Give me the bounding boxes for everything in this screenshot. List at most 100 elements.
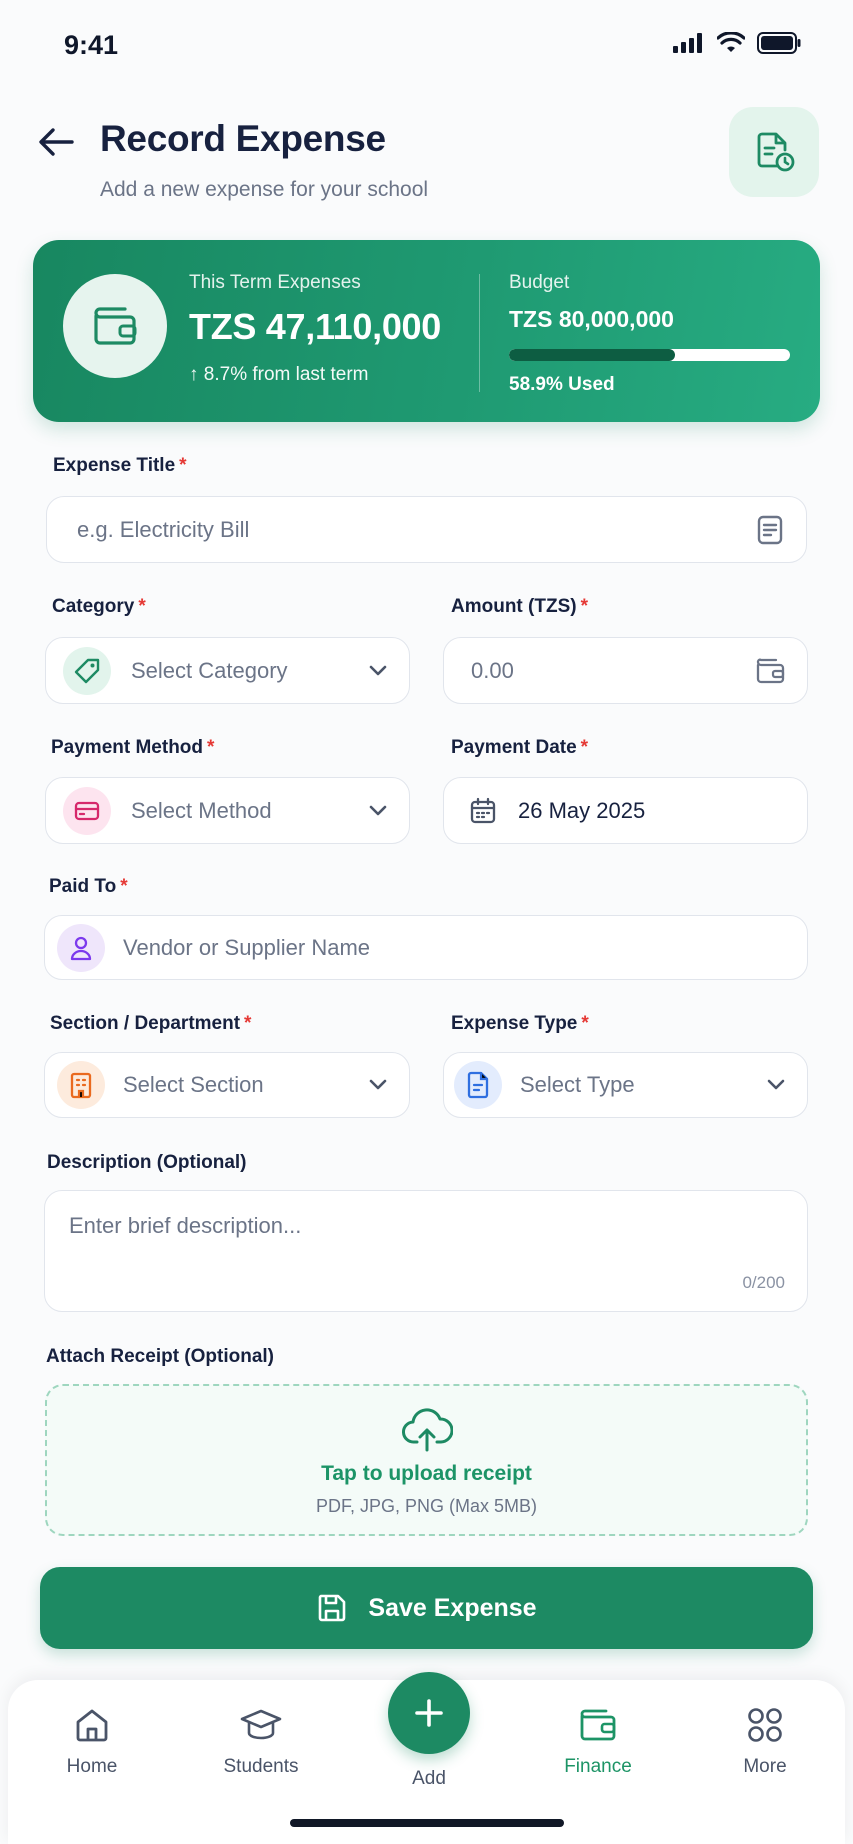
payment-method-label: Payment Method *	[51, 737, 214, 759]
payment-method-badge	[63, 786, 111, 835]
description-counter: 0/200	[742, 1273, 785, 1292]
expense-summary-card: This Term Expenses TZS 47,110,000 ↑ 8.7%…	[33, 240, 820, 422]
cloud-upload-icon	[401, 1408, 453, 1452]
payment-date-label-text: Payment Date	[451, 737, 577, 758]
budget-used-text: 58.9% Used	[509, 374, 615, 395]
receipt-label: Attach Receipt (Optional)	[46, 1346, 275, 1367]
receipt-upload-area[interactable]: Tap to upload receipt PDF, JPG, PNG (Max…	[45, 1384, 808, 1536]
nav-home[interactable]: Home	[32, 1706, 152, 1778]
paid-to-placeholder: Vendor or Supplier Name	[123, 934, 371, 960]
page-title: Record Expense	[100, 118, 386, 159]
calendar-icon	[470, 797, 496, 823]
nav-more[interactable]: More	[705, 1706, 825, 1778]
chevron-down-icon	[767, 1079, 785, 1090]
expense-type-label-text: Expense Type	[451, 1013, 578, 1034]
document-icon	[757, 515, 783, 544]
chevron-down-icon	[369, 805, 387, 815]
save-expense-button[interactable]: Save Expense	[40, 1567, 813, 1649]
payment-method-placeholder: Select Method	[131, 797, 272, 823]
payment-method-label-text: Payment Method	[51, 737, 204, 758]
category-badge	[63, 646, 111, 695]
amount-placeholder: 0.00	[471, 657, 514, 683]
budget-amount: TZS 80,000,000	[509, 306, 674, 332]
nav-students-label: Students	[223, 1756, 299, 1777]
plus-icon	[415, 1699, 443, 1727]
section-label: Section / Department *	[50, 1013, 251, 1035]
page-subtitle: Add a new expense for your school	[100, 178, 429, 201]
paid-to-label: Paid To *	[49, 876, 128, 898]
document-clock-icon	[757, 132, 795, 172]
description-label: Description (Optional)	[47, 1152, 247, 1173]
expense-history-button[interactable]	[729, 107, 819, 197]
required-marker: *	[581, 1013, 589, 1034]
budget-progress-fill	[509, 349, 675, 361]
category-label: Category *	[52, 596, 146, 618]
payment-date-input[interactable]: 26 May 2025	[443, 777, 808, 844]
section-badge	[57, 1061, 105, 1109]
add-button[interactable]	[388, 1672, 470, 1754]
arrow-left-icon	[39, 128, 74, 156]
tag-icon	[74, 658, 100, 683]
nav-finance-label: Finance	[564, 1756, 632, 1777]
screen: 9:41 Record Expense Add a new expense fo…	[0, 0, 853, 1844]
expense-type-select[interactable]: Select Type	[443, 1052, 808, 1118]
payment-date-value: 26 May 2025	[518, 797, 646, 823]
required-marker: *	[580, 737, 589, 758]
description-placeholder: Enter brief description...	[69, 1213, 302, 1238]
expense-type-label: Expense Type *	[451, 1013, 589, 1035]
paid-to-badge	[57, 923, 105, 972]
required-marker: *	[120, 876, 128, 897]
chevron-down-icon	[369, 665, 387, 675]
term-expenses-label: This Term Expenses	[189, 272, 361, 293]
amount-label-text: Amount (TZS)	[451, 596, 577, 617]
home-icon	[76, 1709, 108, 1742]
status-time: 9:41	[64, 30, 119, 60]
category-select[interactable]: Select Category	[45, 637, 410, 704]
section-placeholder: Select Section	[123, 1072, 264, 1097]
category-placeholder: Select Category	[131, 657, 288, 683]
paid-to-input[interactable]: Vendor or Supplier Name	[44, 915, 808, 980]
expense-title-label: Expense Title *	[53, 455, 187, 477]
paid-to-label-text: Paid To	[49, 876, 117, 897]
required-marker: *	[244, 1013, 252, 1034]
building-icon	[70, 1072, 92, 1099]
expense-type-badge	[454, 1061, 502, 1109]
wallet-icon	[580, 1709, 616, 1741]
back-button[interactable]	[32, 118, 80, 166]
required-marker: *	[580, 596, 588, 617]
payment-date-label: Payment Date *	[451, 737, 588, 759]
nav-add-label: Add	[412, 1768, 446, 1789]
chevron-down-icon	[369, 1079, 387, 1090]
required-marker: *	[179, 455, 187, 476]
nav-home-label: Home	[66, 1756, 118, 1777]
nav-finance[interactable]: Finance	[538, 1706, 658, 1778]
save-expense-label: Save Expense	[368, 1593, 537, 1622]
payment-method-select[interactable]: Select Method	[45, 777, 410, 844]
section-label-text: Section / Department	[50, 1013, 241, 1034]
file-icon	[467, 1071, 489, 1099]
wallet-icon	[756, 658, 785, 683]
summary-divider	[479, 274, 480, 392]
term-change-text: ↑ 8.7% from last term	[189, 364, 369, 385]
expense-title-placeholder: e.g. Electricity Bill	[77, 516, 250, 542]
save-icon	[319, 1594, 346, 1622]
required-marker: *	[138, 596, 146, 617]
upload-title: Tap to upload receipt	[321, 1462, 532, 1485]
grid-icon	[748, 1708, 782, 1742]
home-indicator	[290, 1819, 564, 1827]
expense-title-input[interactable]: e.g. Electricity Bill	[46, 496, 807, 563]
summary-icon-circle	[63, 274, 167, 378]
term-expenses-amount: TZS 47,110,000	[189, 306, 441, 347]
description-textarea[interactable]: Enter brief description... 0/200	[44, 1190, 808, 1312]
required-marker: *	[207, 737, 215, 758]
nav-more-label: More	[743, 1756, 787, 1777]
nav-students[interactable]: Students	[201, 1706, 321, 1778]
wifi-icon	[717, 32, 745, 52]
user-icon	[70, 936, 92, 960]
section-select[interactable]: Select Section	[44, 1052, 410, 1118]
credit-card-icon	[74, 801, 100, 820]
battery-icon	[757, 32, 801, 54]
amount-input[interactable]: 0.00	[443, 637, 808, 704]
status-icons	[673, 32, 801, 54]
expense-type-placeholder: Select Type	[520, 1072, 635, 1097]
